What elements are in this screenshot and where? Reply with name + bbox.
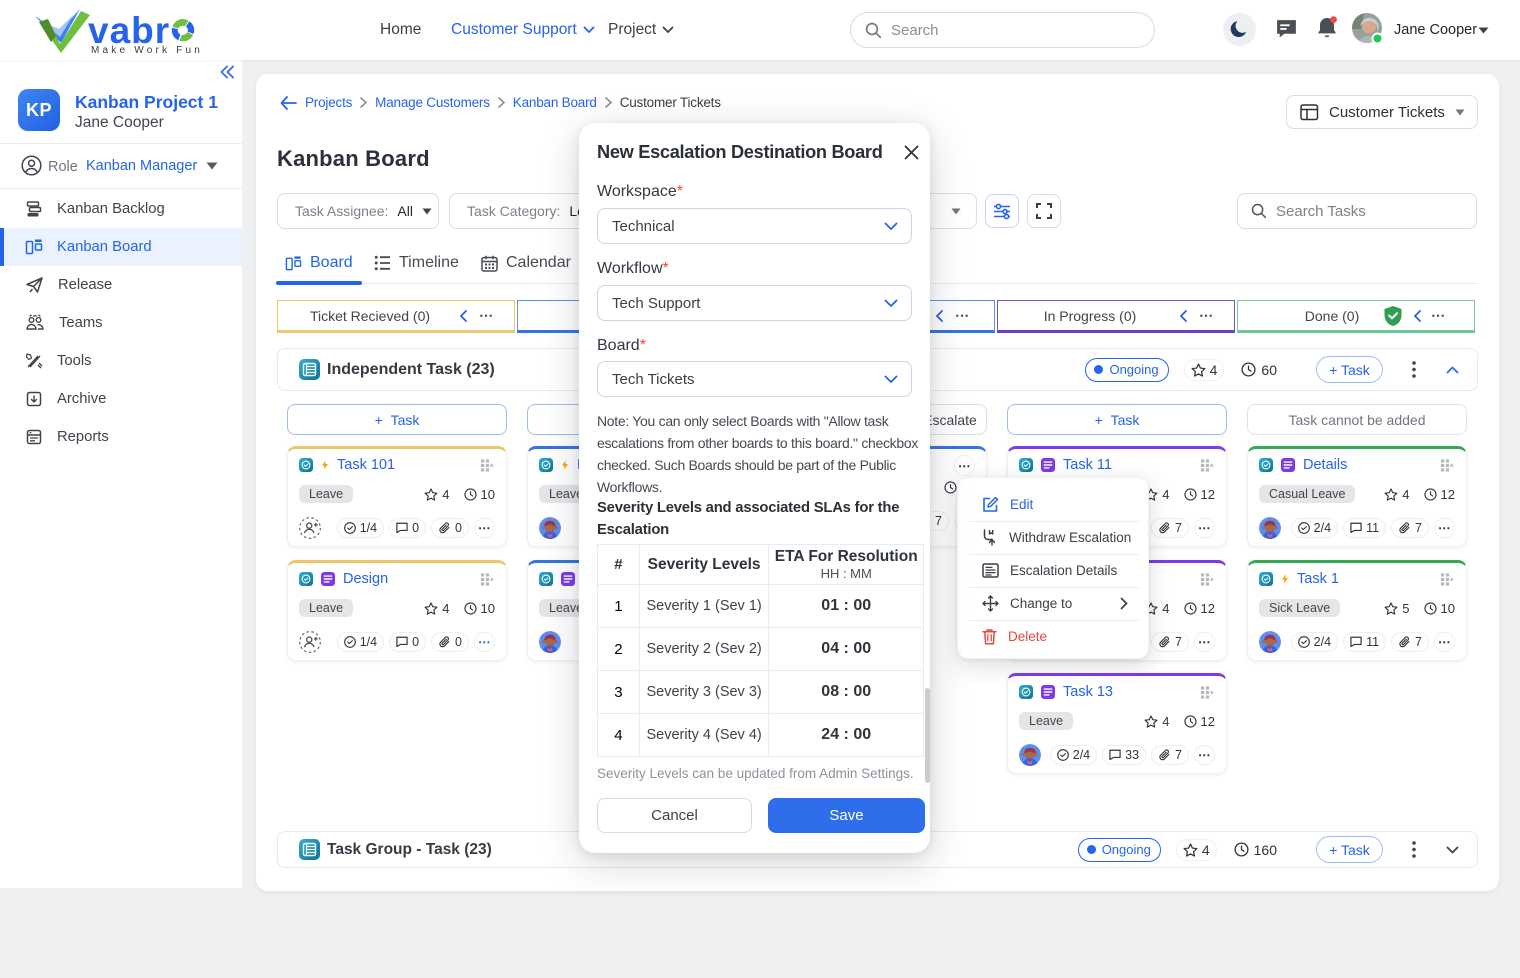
svg-text:Make Work Fun: Make Work Fun bbox=[91, 45, 203, 54]
